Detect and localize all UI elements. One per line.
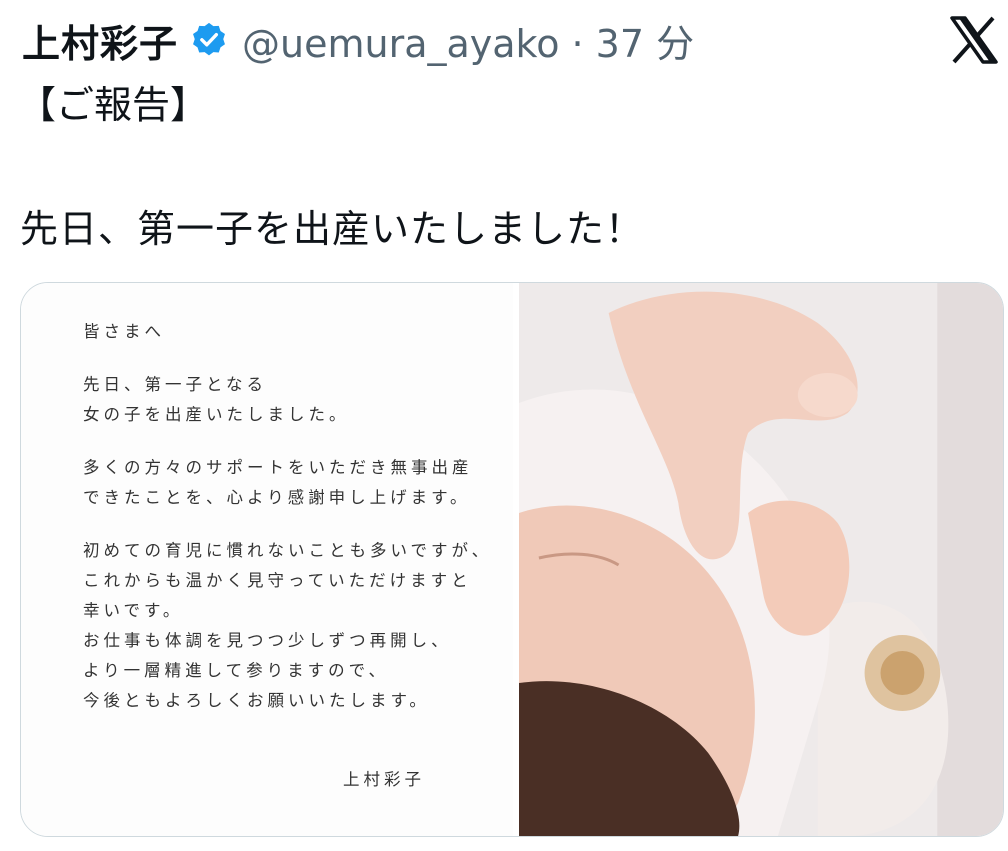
author-name[interactable]: 上村彩子 <box>22 13 178 68</box>
letter-line: 多くの方々のサポートをいただき無事出産 <box>83 458 473 477</box>
letter-paragraph-gap <box>83 347 492 370</box>
letter-text: 皆さまへ先日、第一子となる女の子を出産いたしました。多くの方々のサポートをいただ… <box>83 317 492 716</box>
letter-line: 今後ともよろしくお願いいたします。 <box>83 691 430 710</box>
letter-line: お仕事も体調を見つつ少しずつ再開し、 <box>83 631 452 650</box>
announcement-letter-image[interactable]: 皆さまへ先日、第一子となる女の子を出産いたしました。多くの方々のサポートをいただ… <box>21 283 519 836</box>
media-grid[interactable]: 皆さまへ先日、第一子となる女の子を出産いたしました。多くの方々のサポートをいただ… <box>20 282 1004 837</box>
letter-line: 先日、第一子となる <box>83 375 268 394</box>
letter-line: 幸いです。 <box>83 601 184 620</box>
letter-signature: 上村彩子 <box>343 770 425 789</box>
baby-photo[interactable] <box>519 283 1003 836</box>
tweet-body: 先日、第一子を出産いたしました！ <box>20 207 645 251</box>
letter-paragraph-gap <box>83 513 492 536</box>
letter-line: 皆さまへ <box>83 322 165 341</box>
letter-line: これからも温かく見守っていただけますと <box>83 571 472 590</box>
letter-line: 初めての育児に慣れないことも多いですが、 <box>83 541 493 560</box>
letter-line: できたことを、心より感謝申し上げます。 <box>83 488 471 507</box>
letter-paragraph-gap <box>83 430 492 453</box>
verified-badge-icon <box>190 21 228 59</box>
letter-line: 女の子を出産いたしました。 <box>83 405 350 424</box>
baby-photo-illustration <box>519 283 1003 836</box>
x-logo-icon[interactable] <box>948 14 1000 66</box>
tweet-header: 上村彩子 @uemura_ayako · 37 分 <box>22 10 694 70</box>
letter-line: より一層精進して参りますので、 <box>83 661 390 680</box>
tweet-title: 【ご報告】 <box>18 83 209 127</box>
handle-and-time[interactable]: @uemura_ayako · 37 分 <box>242 13 694 68</box>
